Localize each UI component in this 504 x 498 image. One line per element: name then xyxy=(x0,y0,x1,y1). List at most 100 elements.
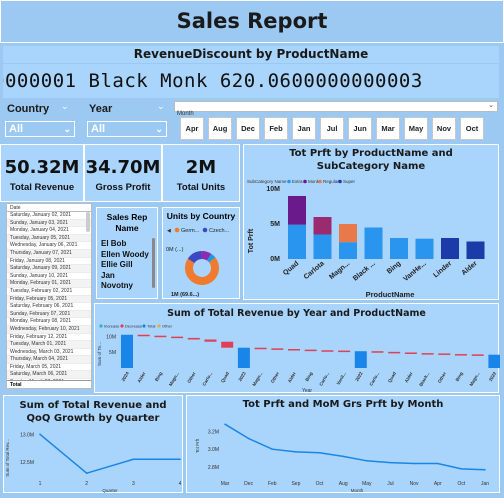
month-button-feb[interactable]: Feb xyxy=(264,117,288,140)
x-tick-label: Feb xyxy=(268,481,277,487)
table-row[interactable]: Wednesday, February 10, 2021 xyxy=(7,325,91,334)
legend-entry: Czech... xyxy=(209,228,230,234)
month-button-oct[interactable]: Oct xyxy=(460,117,484,140)
x-tick-label: VanHe... xyxy=(402,260,427,283)
table-row[interactable]: Saturday, January 02, 2021 xyxy=(7,212,91,220)
kpi-gross-profit: 34.70M Gross Profit xyxy=(84,144,162,202)
table-row[interactable]: Saturday, March 06, 2021 xyxy=(7,371,91,380)
revenue-discount-title: RevenueDiscount by ProductName xyxy=(3,46,499,63)
x-tick-label: Carlota xyxy=(303,260,326,281)
table-row[interactable]: Thursday, January 07, 2021 xyxy=(7,249,91,258)
report-title: Sales Report xyxy=(176,9,328,33)
table-row[interactable]: Friday, January 08, 2021 xyxy=(7,258,91,266)
country-chevron-icon[interactable]: ⌄ xyxy=(61,101,69,112)
table-row[interactable]: Sunday, January 10, 2021 xyxy=(7,273,91,281)
legend-swatch xyxy=(174,227,180,233)
table-row[interactable]: Monday, February 08, 2021 xyxy=(7,318,91,326)
table-row[interactable]: Tuesday, March 01, 2021 xyxy=(7,341,91,349)
series-line xyxy=(224,423,486,471)
month-button-jul[interactable]: Jul xyxy=(320,117,344,140)
month-button-mar[interactable]: Mar xyxy=(376,117,400,140)
kpi-value: 34.70M xyxy=(85,157,161,178)
x-tick-label: 1 xyxy=(39,481,42,487)
month-slicer-header[interactable]: Month ⌄ xyxy=(174,101,498,117)
x-tick-label: Apr xyxy=(434,481,442,487)
month-button-may[interactable]: May xyxy=(404,117,428,140)
bar-segment xyxy=(288,196,306,225)
month-button-dec[interactable]: Dec xyxy=(236,117,260,140)
table-row[interactable]: Monday, January 04, 2021 xyxy=(7,227,91,235)
sales-rep-slicer[interactable]: Sales Rep Name El Bob Ellen Woody Ellie Gi… xyxy=(96,207,158,299)
x-tick-label: Quad xyxy=(387,371,397,384)
x-axis-title: ProductName xyxy=(366,290,415,299)
list-item[interactable]: El Bob xyxy=(101,239,157,250)
x-tick-label: 4 xyxy=(179,481,182,487)
month-button-nov[interactable]: Nov xyxy=(432,117,456,140)
x-tick-label: Jul xyxy=(387,481,393,487)
country-dropdown[interactable]: All ⌄ xyxy=(5,121,75,137)
x-tick-label: Vanil... xyxy=(336,371,347,386)
data-point xyxy=(484,468,486,471)
legend-entry: Super xyxy=(343,179,356,184)
table-row[interactable]: Sunday, January 03, 2021 xyxy=(7,219,91,228)
quarter-line xyxy=(39,433,181,475)
year-dropdown[interactable]: All ⌄ xyxy=(87,121,167,137)
month-button-jan[interactable]: Jan xyxy=(292,117,316,140)
month-line xyxy=(224,423,486,471)
table-row[interactable]: Tuesday, January 05, 2021 xyxy=(7,234,91,243)
table-row[interactable]: Friday, March 05, 2021 xyxy=(7,364,91,372)
waterfall-bar xyxy=(288,349,300,351)
table-row[interactable]: Sunday, February 07, 2021 xyxy=(7,310,91,319)
list-item[interactable]: Novotny xyxy=(101,281,157,292)
list-item[interactable]: Ellen Woody xyxy=(101,250,157,261)
waterfall-bar xyxy=(237,347,250,368)
bar-segment xyxy=(339,242,357,259)
list-item[interactable]: Ellie Gill xyxy=(101,260,157,271)
date-table-scrollbar[interactable] xyxy=(86,212,90,232)
title-bar: Sales Report xyxy=(0,0,504,43)
waterfall-bar xyxy=(321,350,334,352)
x-tick-label: Other xyxy=(270,371,280,384)
x-tick-label: May xyxy=(362,481,372,487)
date-table-header: Date xyxy=(7,204,91,212)
revenue-waterfall-chart: Sum of Total Revenue by Year and Product… xyxy=(94,303,500,394)
legend-nav-icon[interactable]: ◀ xyxy=(167,228,171,234)
table-row[interactable]: Monday, February 01, 2021 xyxy=(7,280,91,288)
quarter-revenue-chart: Sum of Total Revenue and QoQ Growth by Q… xyxy=(3,395,183,493)
bar-segment xyxy=(415,238,434,259)
table-row[interactable]: Thursday, March 04, 2021 xyxy=(7,356,91,364)
table-row[interactable]: Tuesday, February 02, 2021 xyxy=(7,288,91,296)
table-row[interactable]: Saturday, January 09, 2021 xyxy=(7,265,91,273)
chevron-down-icon: ⌄ xyxy=(488,102,494,109)
donut-slice xyxy=(184,257,219,285)
date-table[interactable]: Date Saturday, January 02, 2021 Sunday, J… xyxy=(6,203,92,389)
table-row[interactable]: Friday, February 05, 2021 xyxy=(7,295,91,304)
kpi-label: Gross Profit xyxy=(95,182,151,193)
table-row[interactable]: Wednesday, January 06, 2021 xyxy=(7,242,91,250)
bar-segment xyxy=(313,217,332,235)
data-point xyxy=(271,448,274,451)
bar-segment xyxy=(339,224,357,243)
x-tick-label: Linder xyxy=(432,260,453,279)
legend-entry: Extra xyxy=(292,179,303,184)
month-button-aug[interactable]: Aug xyxy=(208,117,232,140)
table-row[interactable]: Friday, February 12, 2021 xyxy=(7,334,91,342)
x-tick-label: Quad xyxy=(282,260,300,277)
month-button-jun[interactable]: Jun xyxy=(348,117,372,140)
month-button-apr[interactable]: Apr xyxy=(180,117,204,140)
bar-segment xyxy=(441,238,459,259)
x-tick-label: 3 xyxy=(132,481,135,487)
x-axis-title: Quarter xyxy=(102,488,118,493)
x-tick-label: Alder xyxy=(404,371,414,384)
list-item[interactable]: Jan xyxy=(101,271,157,282)
y-tick-label: 0M xyxy=(270,256,280,263)
legend-swatch xyxy=(202,227,208,233)
x-tick-label: Bing xyxy=(455,371,464,382)
sales-rep-scrollbar[interactable] xyxy=(152,238,155,288)
data-point xyxy=(460,468,463,470)
year-chevron-icon[interactable]: ⌄ xyxy=(157,101,165,112)
table-row[interactable]: Wednesday, March 03, 2021 xyxy=(7,349,91,357)
x-tick-label: 2 xyxy=(85,481,88,487)
table-row[interactable]: Saturday, February 06, 2021 xyxy=(7,303,91,311)
country-value: All xyxy=(9,123,24,135)
